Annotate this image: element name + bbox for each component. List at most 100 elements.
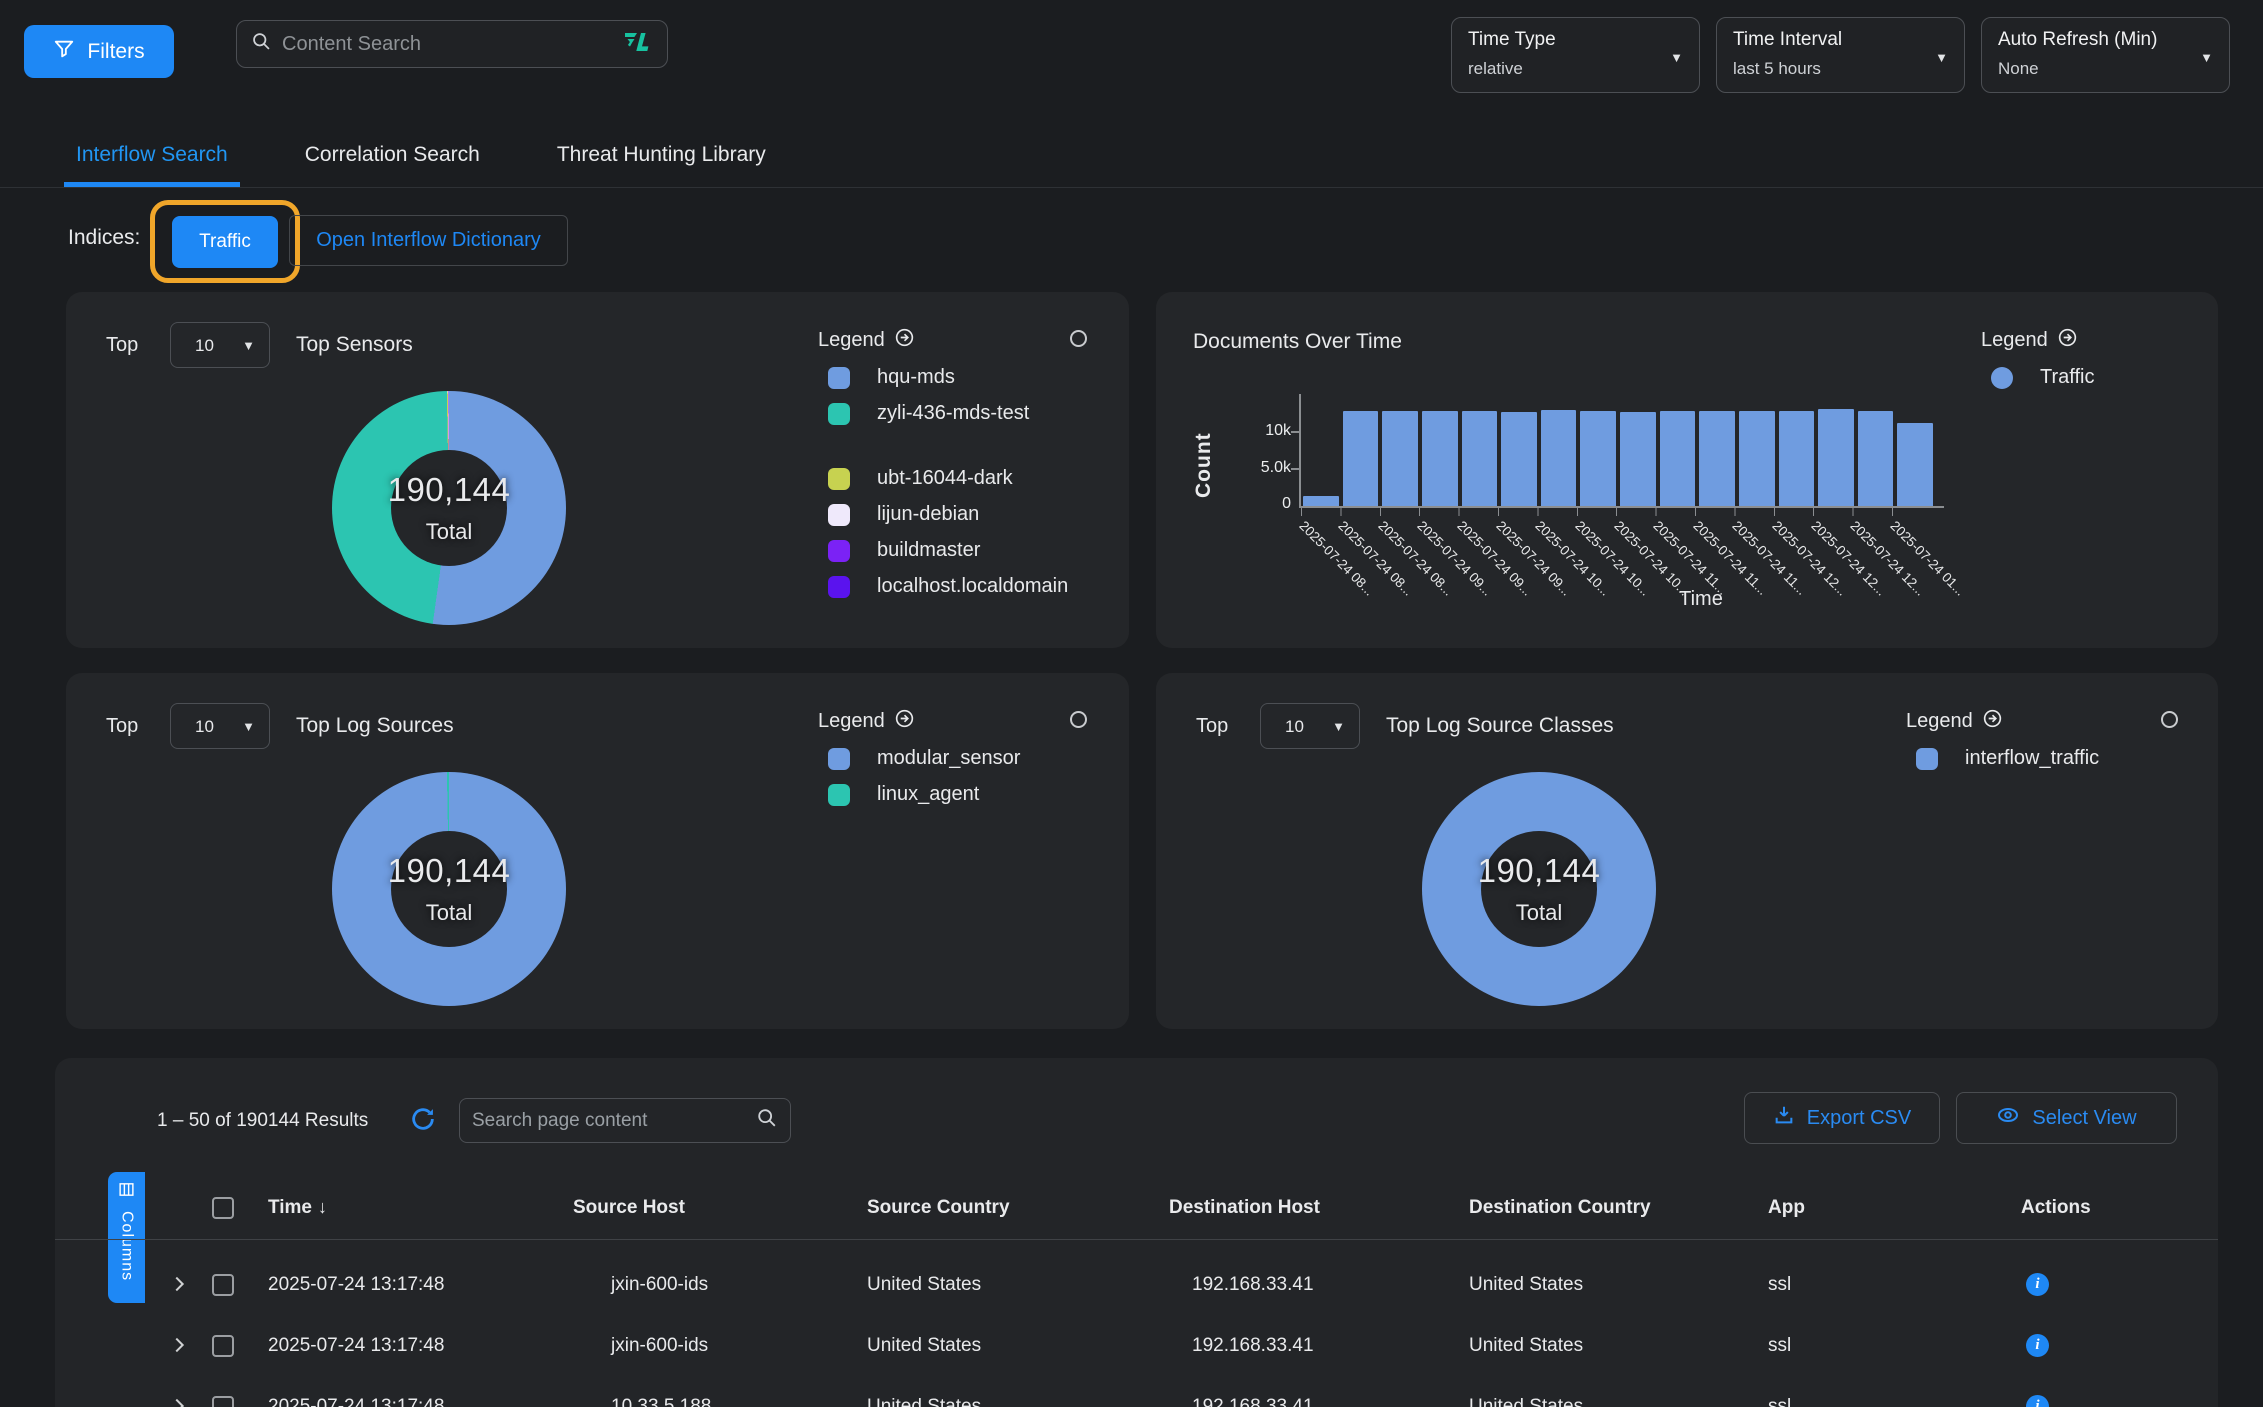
donut-total-value: 190,144 <box>388 471 511 509</box>
column-header-source-host[interactable]: Source Host <box>573 1197 867 1219</box>
cell-source-country: United States <box>867 1274 1169 1296</box>
time-type-dropdown[interactable]: Time Type relative ▼ <box>1451 17 1700 93</box>
time-interval-label: Time Interval <box>1733 29 1948 51</box>
top-log-sources-donut[interactable]: 190,144 Total <box>332 772 566 1006</box>
legend-item[interactable]: linux_agent <box>818 783 1108 806</box>
top-sensors-donut[interactable]: 190,144 Total <box>332 391 566 625</box>
traffic-index-button[interactable]: Traffic <box>172 216 278 268</box>
x-axis-title: Time <box>1661 588 1741 611</box>
top-n-select[interactable]: 10 ▼ <box>170 703 270 749</box>
filters-button[interactable]: Filters <box>24 25 174 78</box>
top-n-select[interactable]: 10 ▼ <box>1260 703 1360 749</box>
top-log-source-classes-panel: Top 10 ▼ Top Log Source Classes 190,144 … <box>1156 673 2218 1029</box>
legend-toggle-circle[interactable] <box>2161 711 2178 728</box>
column-header-time[interactable]: Time↓ <box>268 1197 573 1219</box>
time-controls: Time Type relative ▼ Time Interval last … <box>1451 17 2230 93</box>
legend-swatch <box>828 403 850 425</box>
donut-total-label: Total <box>426 519 472 545</box>
legend-expand-icon[interactable] <box>895 709 914 734</box>
y-tick-label: 10k <box>1241 422 1291 440</box>
table-row[interactable]: 2025-07-24 13:17:48 jxin-600-ids United … <box>55 1315 2218 1376</box>
expand-row-icon[interactable] <box>168 1334 192 1358</box>
legend-toggle-circle[interactable] <box>1070 330 1087 347</box>
row-checkbox[interactable] <box>212 1274 234 1296</box>
tab-interflow-search[interactable]: Interflow Search <box>64 137 240 187</box>
column-header-destination-country[interactable]: Destination Country <box>1469 1197 1768 1219</box>
select-all-checkbox[interactable] <box>212 1197 234 1219</box>
cell-app: ssl <box>1768 1335 2021 1357</box>
page-search[interactable] <box>459 1098 791 1143</box>
legend-item[interactable]: localhost.localdomain <box>818 575 1108 598</box>
legend-item[interactable]: interflow_traffic <box>1906 747 2196 770</box>
legend-item[interactable]: buildmaster <box>818 539 1108 562</box>
tab-threat-hunting-library[interactable]: Threat Hunting Library <box>545 137 778 187</box>
select-view-button[interactable]: Select View <box>1956 1092 2177 1144</box>
search-icon <box>756 1107 778 1134</box>
legend-item[interactable]: Traffic <box>1981 366 2181 389</box>
panel-title: Top Log Source Classes <box>1386 714 1614 738</box>
refresh-icon[interactable] <box>407 1104 439 1136</box>
chevron-down-icon: ▼ <box>242 338 255 353</box>
chevron-down-icon: ▼ <box>1332 719 1345 734</box>
expand-row-icon[interactable] <box>168 1395 192 1407</box>
legend-item[interactable]: zyli-436-mds-test <box>818 402 1108 425</box>
bar <box>1343 411 1379 507</box>
content-search[interactable] <box>236 20 668 68</box>
time-interval-dropdown[interactable]: Time Interval last 5 hours ▼ <box>1716 17 1965 93</box>
table-header-row: Time↓ Source Host Source Country Destina… <box>55 1176 2218 1240</box>
column-header-destination-host[interactable]: Destination Host <box>1169 1197 1469 1219</box>
bar <box>1382 411 1418 506</box>
cell-destination-country: United States <box>1469 1274 1768 1296</box>
documents-over-time-panel: Documents Over Time Legend Traffic Count… <box>1156 292 2218 648</box>
page-search-input[interactable] <box>472 1110 756 1132</box>
export-csv-button[interactable]: Export CSV <box>1744 1092 1940 1144</box>
open-interflow-dictionary-button[interactable]: Open Interflow Dictionary <box>289 215 568 266</box>
top-label: Top <box>1196 715 1228 738</box>
panel-title: Documents Over Time <box>1193 330 1402 354</box>
column-header-app[interactable]: App <box>1768 1197 2021 1219</box>
search-icon <box>251 31 272 57</box>
bar <box>1858 411 1894 506</box>
tab-correlation-search[interactable]: Correlation Search <box>293 137 492 187</box>
results-table-panel: 1 – 50 of 190144 Results Export CSV Sele… <box>55 1058 2218 1407</box>
table-row[interactable]: 2025-07-24 13:17:48 10.33.5.188 United S… <box>55 1376 2218 1407</box>
top-n-select[interactable]: 10 ▼ <box>170 322 270 368</box>
cell-destination-country: United States <box>1469 1396 1768 1407</box>
cell-source-host: jxin-600-ids <box>573 1335 867 1357</box>
bar <box>1541 410 1577 506</box>
legend-item[interactable]: modular_sensor <box>818 747 1108 770</box>
bar <box>1739 411 1775 506</box>
info-icon[interactable]: i <box>2026 1273 2049 1296</box>
table-row[interactable]: 2025-07-24 13:17:48 jxin-600-ids United … <box>55 1254 2218 1315</box>
panel-title: Top Log Sources <box>296 714 454 738</box>
top-label: Top <box>106 715 138 738</box>
cell-source-host: jxin-600-ids <box>573 1274 867 1296</box>
legend-title: Legend <box>1981 329 2048 352</box>
info-icon[interactable]: i <box>2026 1395 2049 1407</box>
traffic-bar-series[interactable] <box>1303 409 1933 506</box>
legend-item[interactable]: hqu-mds <box>818 366 1108 389</box>
legend-toggle-circle[interactable] <box>1070 711 1087 728</box>
auto-refresh-dropdown[interactable]: Auto Refresh (Min) None ▼ <box>1981 17 2230 93</box>
row-checkbox[interactable] <box>212 1396 234 1407</box>
legend-item[interactable]: lijun-debian <box>818 503 1108 526</box>
query-language-icon[interactable] <box>623 31 653 58</box>
legend-swatch <box>828 748 850 770</box>
cell-app: ssl <box>1768 1396 2021 1407</box>
legend-item[interactable]: ubt-16044-dark <box>818 467 1108 490</box>
cell-source-country: United States <box>867 1335 1169 1357</box>
top-log-source-classes-donut[interactable]: 190,144 Total <box>1422 772 1656 1006</box>
top-log-sources-panel: Top 10 ▼ Top Log Sources 190,144 Total L… <box>66 673 1129 1029</box>
legend-expand-icon[interactable] <box>895 328 914 353</box>
info-icon[interactable]: i <box>2026 1334 2049 1357</box>
row-checkbox[interactable] <box>212 1335 234 1357</box>
legend-expand-icon[interactable] <box>1983 709 2002 734</box>
column-header-source-country[interactable]: Source Country <box>867 1197 1169 1219</box>
cell-destination-country: United States <box>1469 1335 1768 1357</box>
legend-expand-icon[interactable] <box>2058 328 2077 353</box>
cell-app: ssl <box>1768 1274 2021 1296</box>
column-header-actions: Actions <box>2021 1197 2218 1219</box>
expand-row-icon[interactable] <box>168 1273 192 1297</box>
content-search-input[interactable] <box>282 33 613 56</box>
chevron-down-icon: ▼ <box>242 719 255 734</box>
